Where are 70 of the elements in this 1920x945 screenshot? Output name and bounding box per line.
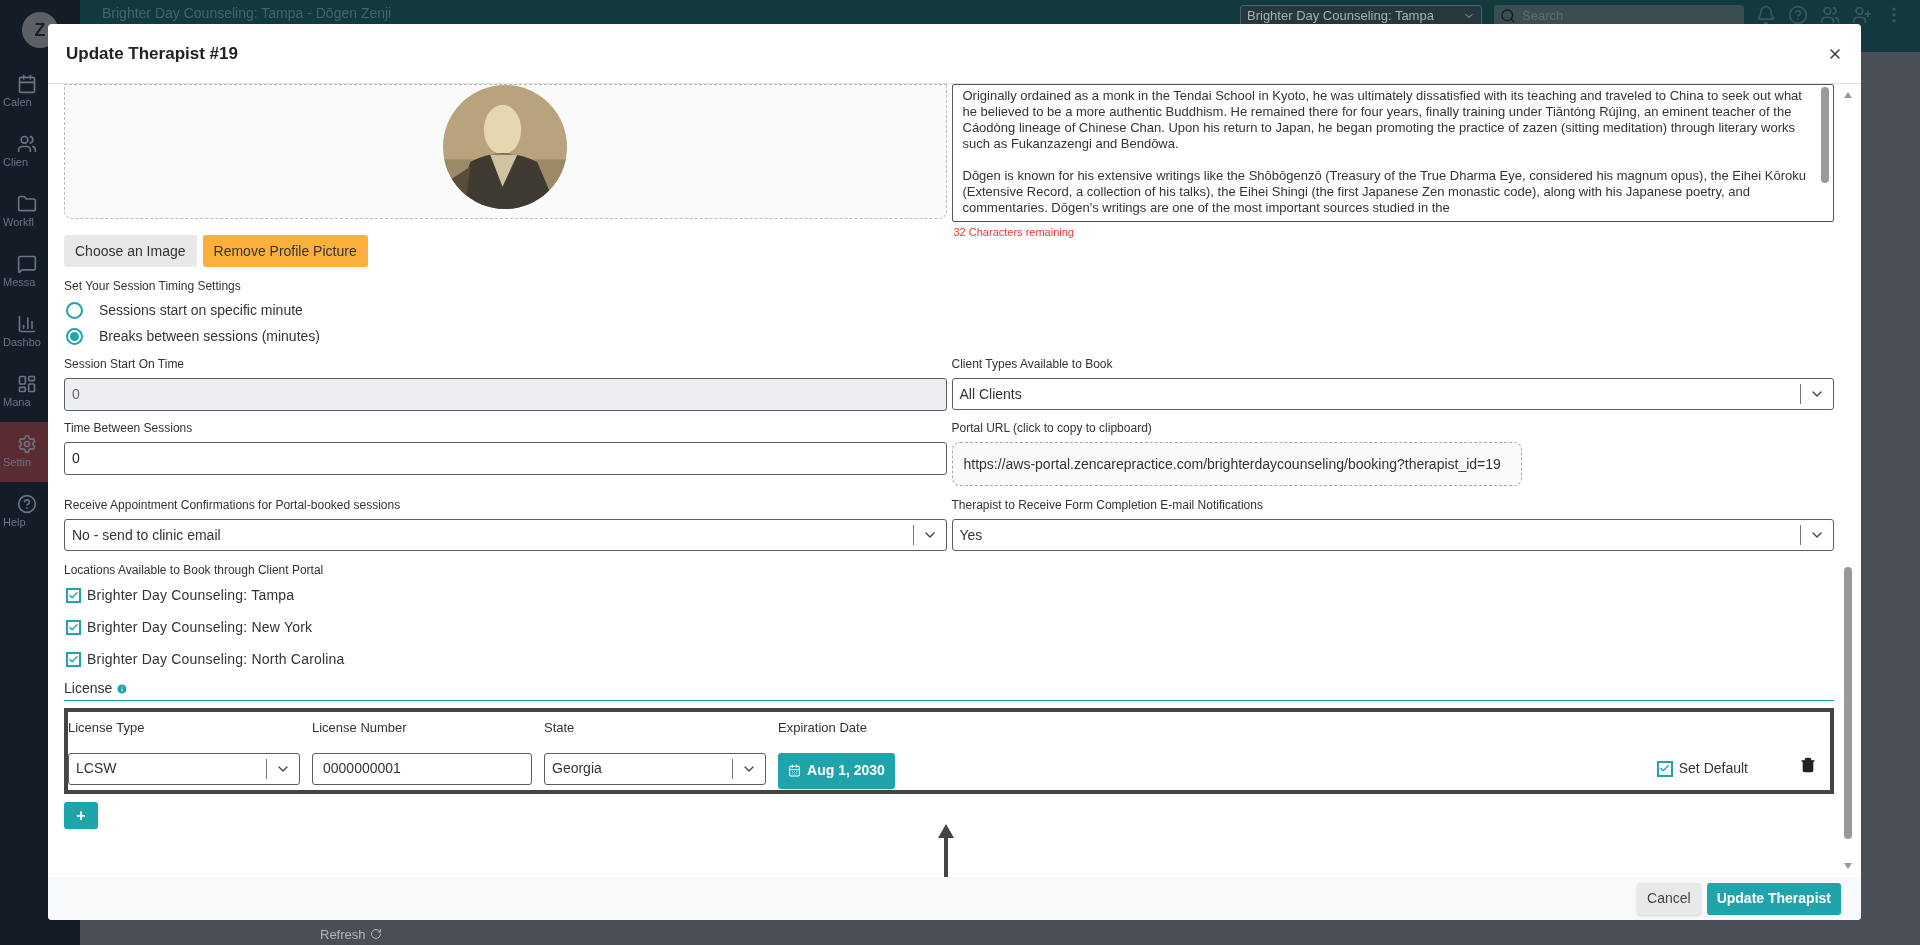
- cancel-button[interactable]: Cancel: [1637, 882, 1701, 915]
- users-icon: [17, 134, 37, 154]
- field-label: Portal URL (click to copy to clipboard): [951, 420, 1153, 437]
- column-label: License Type: [68, 719, 146, 737]
- calendar-icon: [17, 74, 37, 94]
- refresh-link[interactable]: Refresh: [320, 924, 382, 944]
- select-field[interactable]: Yes: [951, 519, 1834, 551]
- select-field[interactable]: No - send to clinic email: [64, 519, 947, 551]
- field-label: Receive Appointment Confirmations for Portal-booked sessions: [64, 497, 402, 514]
- character-counter: 32 Characters remaining: [953, 225, 1075, 240]
- locations-label: Locations Available to Book through Client Portal: [64, 562, 325, 579]
- search-icon: [1500, 8, 1516, 24]
- checkbox-label: Brighter Day Counseling: Tampa: [87, 586, 295, 605]
- column-label: License Number: [312, 719, 408, 737]
- info-icon[interactable]: [116, 682, 129, 695]
- license-type-select[interactable]: LCSW: [68, 752, 300, 785]
- checkbox[interactable]: [1656, 760, 1673, 777]
- select-field[interactable]: All Clients: [951, 378, 1834, 410]
- section-title: License: [64, 679, 113, 698]
- checkbox-label: Set Default: [1678, 759, 1748, 778]
- check-icon: [1659, 763, 1671, 774]
- timing-label: Set Your Session Timing Settings: [64, 278, 242, 295]
- dialog-title: Update Therapist #19: [66, 42, 239, 65]
- bar-chart-icon: [17, 314, 37, 334]
- calendar-icon: [788, 764, 802, 777]
- radio-label: Sessions start on specific minute: [99, 300, 303, 320]
- check-icon: [68, 654, 79, 665]
- bio-textarea[interactable]: [951, 84, 1834, 222]
- column-label: State: [544, 719, 576, 737]
- add-user-icon[interactable]: [1852, 5, 1872, 25]
- portal-url[interactable]: https://aws-portal.zencarepractice.com/brighterdaycounseling/booking?therapist_id=19: [951, 442, 1522, 486]
- bio-paragraph: Dōgen is known for his extensive writings like the Shōbōgenzō (Treasury of the True Dharma Eye, considered his magnum opus), the Eihei Kōroku (Extensive Record, a collection of his talks), the Eihei Shingi (the first Japanese Zen monastic code), along with his Japanese poetry, and commentaries. Dōgen's writings are one of the most important sources studied in the: [962, 168, 1807, 216]
- remove-picture-button[interactable]: Remove Profile Picture: [202, 235, 368, 267]
- check-icon: [68, 622, 79, 633]
- license-number-field[interactable]: 0000000001: [312, 752, 532, 785]
- radio-button[interactable]: [66, 301, 83, 319]
- bio-paragraph: Originally ordained as a monk in the Tendai School in Kyoto, he was ultimately dissatisfied with its teaching and traveled to China to seek out what he believed to be a more authentic Buddhism. He remained there for four years, finally training under Tiāntóng Rújìng, an eminent teacher of the Cáodòng lineage of Chinese Chan. Upon his return to Japan, he began promoting the practice of zazen (sitting meditation) through literary works such as Fukanzazengi and Bendōwa.: [962, 88, 1803, 152]
- bell-icon[interactable]: [1756, 5, 1776, 25]
- checkbox-label: Brighter Day Counseling: North Carolina: [87, 650, 345, 669]
- choose-image-button[interactable]: Choose an Image: [64, 235, 197, 267]
- state-select[interactable]: Georgia: [544, 752, 766, 785]
- help-icon: [17, 494, 37, 514]
- refresh-icon: [369, 928, 382, 941]
- field-label: Client Types Available to Book: [951, 356, 1114, 373]
- checkbox[interactable]: [66, 652, 81, 667]
- expiration-date-button[interactable]: Aug 1, 2030: [778, 752, 895, 789]
- field-label: Session Start On Time: [64, 356, 186, 373]
- users-icon[interactable]: [1820, 5, 1840, 25]
- input-field[interactable]: 0: [64, 442, 947, 475]
- nav-item[interactable]: Clien: [0, 122, 80, 182]
- add-button[interactable]: +: [64, 802, 98, 829]
- folder-icon: [17, 194, 37, 214]
- checkbox[interactable]: [66, 620, 81, 635]
- checkbox[interactable]: [66, 588, 81, 603]
- help-icon[interactable]: [1788, 5, 1808, 25]
- trash-icon[interactable]: [1800, 756, 1816, 774]
- radio-button[interactable]: [66, 327, 83, 345]
- nav-item[interactable]: Calen: [0, 62, 80, 122]
- annotation-arrow: [938, 824, 954, 877]
- location-select[interactable]: Brighter Day Counseling: Tampa: [1240, 5, 1482, 27]
- field-label: Therapist to Receive Form Completion E-mail Notifications: [951, 497, 1264, 514]
- dashboard-icon: [17, 374, 37, 394]
- submit-button[interactable]: Update Therapist: [1706, 882, 1841, 915]
- column-label: Expiration Date: [778, 719, 868, 737]
- check-icon: [68, 590, 79, 601]
- radio-label: Breaks between sessions (minutes): [99, 326, 320, 346]
- image-dropzone[interactable]: [64, 84, 947, 219]
- settings-icon: [17, 434, 37, 454]
- message-icon: [17, 254, 37, 274]
- checkbox-label: Brighter Day Counseling: New York: [87, 618, 313, 637]
